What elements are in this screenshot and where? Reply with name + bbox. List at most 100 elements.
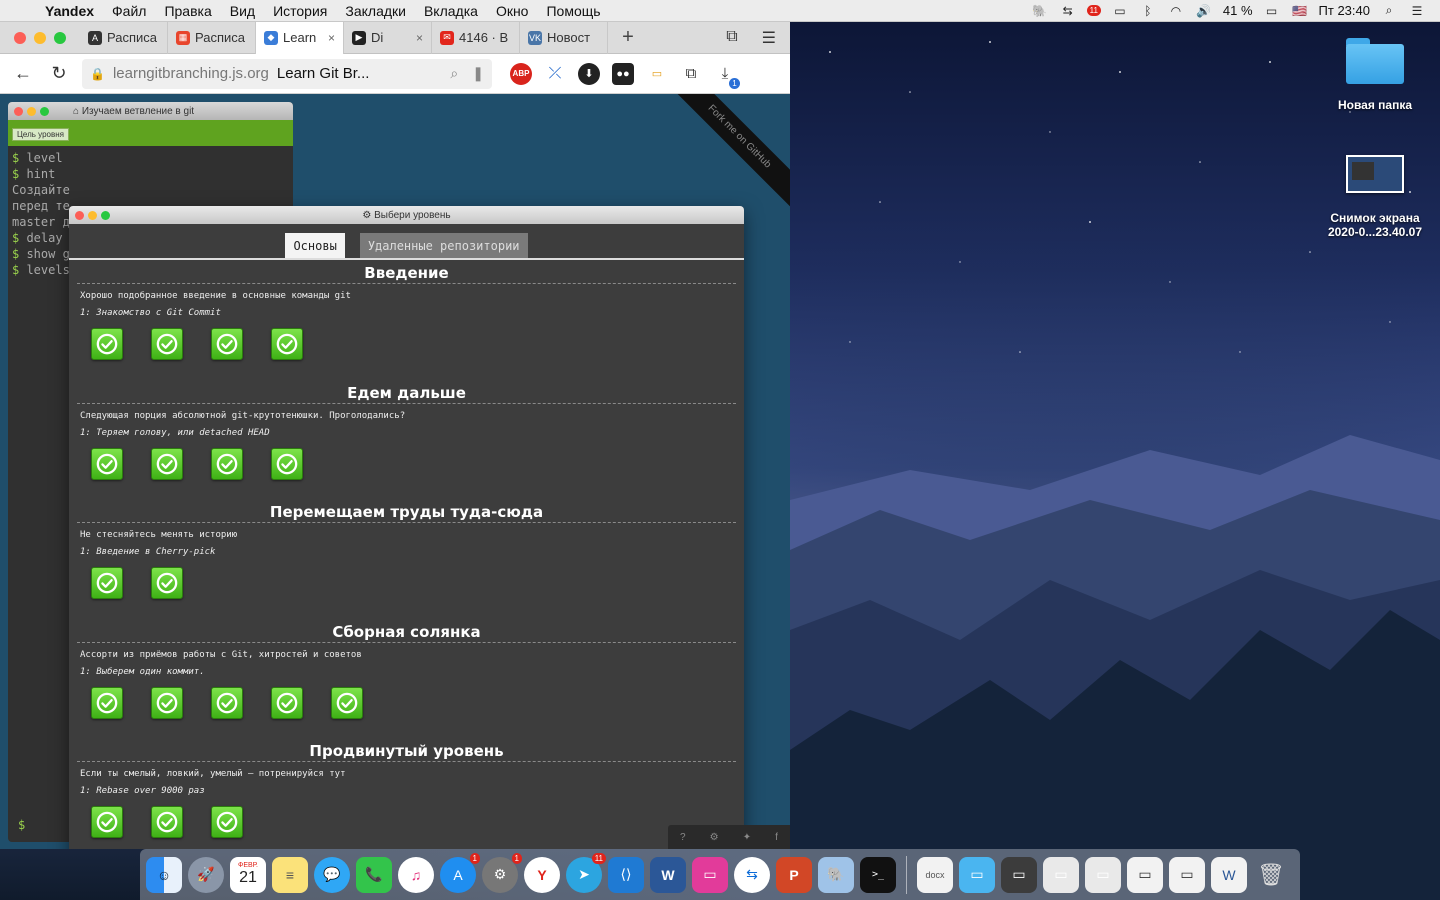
list-icon[interactable]: ☰ xyxy=(1408,4,1426,18)
teamviewer-dock-icon[interactable]: ⇆ xyxy=(734,856,770,893)
terminal-minimize-button[interactable] xyxy=(27,106,36,116)
level-button[interactable] xyxy=(151,567,183,599)
level-button[interactable] xyxy=(211,447,243,480)
level-button[interactable] xyxy=(91,567,123,599)
terminal-icon[interactable]: >_ xyxy=(860,856,896,893)
level-button[interactable] xyxy=(271,328,303,360)
facetime-icon[interactable]: 📞 xyxy=(356,856,392,893)
music-icon[interactable]: ♫ xyxy=(398,856,434,893)
menu-history[interactable]: История xyxy=(264,3,336,19)
twitter-icon[interactable]: ✦ xyxy=(743,832,751,843)
level-button[interactable] xyxy=(331,686,363,719)
notes-icon[interactable]: ≡ xyxy=(272,856,308,893)
tabs-overview-icon[interactable]: ⧉ xyxy=(726,28,737,48)
address-bar[interactable]: 🔒 learngitbranching.js.org Learn Git Br.… xyxy=(82,58,492,89)
level-button[interactable] xyxy=(91,686,123,719)
browser-tab[interactable]: A Расписа xyxy=(80,21,168,54)
volume-icon[interactable]: 🔊 xyxy=(1195,4,1213,18)
recent-document-icon[interactable]: W xyxy=(1211,856,1247,893)
level-button[interactable] xyxy=(91,806,123,838)
level-goal-button[interactable]: Цель уровня xyxy=(12,128,69,141)
terminal-close-button[interactable] xyxy=(14,106,23,116)
acrobat-icon[interactable]: ⤫ xyxy=(544,63,566,85)
menu-file[interactable]: Файл xyxy=(103,3,155,19)
tampermonkey-icon[interactable]: ●● xyxy=(612,62,634,85)
level-button[interactable] xyxy=(151,806,183,838)
desktop-screenshot-file[interactable]: Снимок экрана 2020-0...23.40.07 xyxy=(1320,155,1430,239)
messages-icon[interactable]: 💬 xyxy=(314,856,350,893)
tab-close-icon[interactable]: × xyxy=(416,31,423,45)
menu-icon[interactable]: ☰ xyxy=(762,28,776,48)
fork-ribbon[interactable]: Fork me on GitHub xyxy=(669,94,790,207)
flag-icon[interactable]: 🇺🇸 xyxy=(1291,4,1309,18)
menu-app-name[interactable]: Yandex xyxy=(36,3,103,19)
display-icon[interactable]: ▭ xyxy=(1111,4,1129,18)
translate-icon[interactable]: ⧉ xyxy=(680,63,702,85)
battery-icon[interactable]: ▭ xyxy=(1263,4,1281,18)
settings-icon[interactable]: ⚙ xyxy=(710,832,719,843)
recent-screenshot-icon-4[interactable]: ▭ xyxy=(1127,856,1163,893)
downloads-folder-icon[interactable]: ▭ xyxy=(959,856,995,893)
menu-window[interactable]: Окно xyxy=(487,3,538,19)
elephant-icon[interactable]: 🐘 xyxy=(1031,4,1049,18)
calendar-icon[interactable]: ФЕВР. 21 xyxy=(230,856,266,893)
find-icon[interactable]: ⌕ xyxy=(450,65,458,82)
new-tab-button[interactable]: + xyxy=(608,26,648,49)
menu-help[interactable]: Помощь xyxy=(537,3,609,19)
recent-screenshot-icon-5[interactable]: ▭ xyxy=(1169,856,1205,893)
vscode-icon[interactable]: ⟨⟩ xyxy=(608,856,644,893)
wifi-icon[interactable]: ◠ xyxy=(1167,4,1185,18)
menu-bookmarks[interactable]: Закладки xyxy=(336,3,415,19)
minimize-window-button[interactable] xyxy=(34,31,46,44)
system-preferences-icon[interactable]: ⚙ 1 xyxy=(482,852,522,893)
elephant-dock-icon[interactable]: 🐘 xyxy=(818,856,854,893)
finder-icon[interactable]: ☺ xyxy=(146,856,182,893)
docx-file-icon[interactable]: docx xyxy=(917,856,953,893)
back-button[interactable]: ← xyxy=(10,63,36,84)
tab-basics[interactable]: Основы xyxy=(285,233,345,258)
level-button[interactable] xyxy=(91,328,123,360)
level-button[interactable] xyxy=(211,686,243,719)
appstore-icon[interactable]: A1 xyxy=(440,852,480,893)
telegram-icon[interactable]: ➤ 11 xyxy=(566,852,606,893)
clock[interactable]: Пт 23:40 xyxy=(1319,3,1370,18)
teamviewer-icon[interactable]: ⇆ xyxy=(1059,4,1077,18)
browser-tab[interactable]: ◆ Learn × xyxy=(256,21,344,54)
terminal-prompt[interactable]: $ xyxy=(18,818,25,832)
tab-remote[interactable]: Удаленные репозитории xyxy=(359,233,528,258)
recent-screenshot-icon-2[interactable]: ▭ xyxy=(1043,856,1079,893)
download-helper-icon[interactable]: ⬇ xyxy=(578,62,600,85)
word-icon[interactable]: W xyxy=(650,856,686,893)
level-button[interactable] xyxy=(151,447,183,480)
powerpoint-icon[interactable]: P xyxy=(776,856,812,893)
adblock-icon[interactable]: ABP xyxy=(510,62,532,85)
level-button[interactable] xyxy=(151,328,183,360)
level-button[interactable] xyxy=(91,447,123,480)
launchpad-icon[interactable]: 🚀 xyxy=(188,856,224,893)
bookmark-icon[interactable]: ❚ xyxy=(472,65,484,82)
level-button[interactable] xyxy=(211,806,243,838)
browser-tab[interactable]: ▶ Di × xyxy=(344,21,432,54)
cleanmymac-icon[interactable]: ▭ xyxy=(692,856,728,893)
close-window-button[interactable] xyxy=(14,31,26,44)
browser-tab[interactable]: ▦ Расписа xyxy=(168,21,256,54)
notification-badge[interactable]: 11 xyxy=(1086,5,1101,16)
zoom-window-button[interactable] xyxy=(54,31,66,44)
recent-screenshot-icon-3[interactable]: ▭ xyxy=(1085,856,1121,893)
level-button[interactable] xyxy=(151,686,183,719)
reload-button[interactable]: ↻ xyxy=(46,63,72,84)
tab-close-icon[interactable]: × xyxy=(328,31,335,45)
search-icon[interactable]: ⌕ xyxy=(1380,3,1398,18)
menu-view[interactable]: Вид xyxy=(221,3,264,19)
level-button[interactable] xyxy=(271,686,303,719)
level-button[interactable] xyxy=(271,447,303,480)
browser-tab[interactable]: VK Новост xyxy=(520,21,608,54)
help-icon[interactable]: ? xyxy=(680,832,686,843)
menu-tab[interactable]: Вкладка xyxy=(415,3,487,19)
menu-edit[interactable]: Правка xyxy=(155,3,220,19)
downloads-icon[interactable]: ⤓ 1 xyxy=(714,63,740,89)
desktop-folder[interactable]: Новая папка xyxy=(1320,38,1430,112)
recent-screenshot-icon-1[interactable]: ▭ xyxy=(1001,856,1037,893)
terminal-zoom-button[interactable] xyxy=(40,106,49,116)
yandex-browser-icon[interactable]: Y xyxy=(524,856,560,893)
